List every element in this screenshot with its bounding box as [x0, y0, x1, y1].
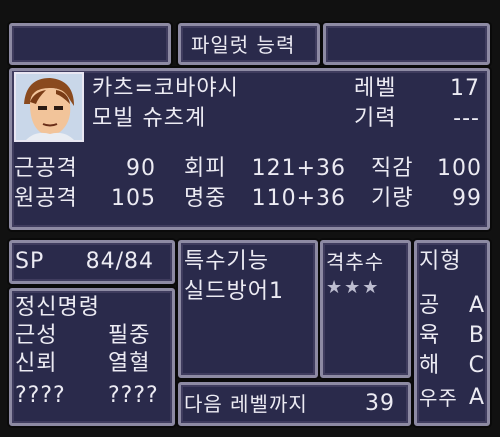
- spirit-command[interactable]: 근성: [15, 323, 57, 349]
- terrain-rank-land: B: [468, 323, 485, 348]
- terrain-rank-air: A: [468, 293, 485, 318]
- stat-value-melee: 90: [126, 156, 156, 181]
- stat-label-evasion: 회피: [184, 156, 227, 181]
- skill-item: 실드방어1: [184, 279, 284, 304]
- spirit-command[interactable]: ????: [15, 383, 66, 409]
- title-panel: 파일럿 능력: [178, 23, 320, 65]
- spirit-command[interactable]: 신뢰: [15, 351, 57, 377]
- skills-title: 특수기능: [184, 249, 269, 274]
- sp-label: SP: [15, 249, 45, 274]
- stat-value-intuition: 100: [437, 156, 482, 181]
- terrain-label-land: 육: [419, 323, 441, 348]
- stat-value-skill: 99: [452, 186, 482, 211]
- level-label: 레벨: [354, 76, 397, 101]
- sp-panel: SP 84/84: [9, 240, 175, 284]
- next-level-value: 39: [365, 391, 395, 416]
- pilot-name: 카츠=코바야시: [92, 76, 239, 101]
- spirit-command[interactable]: ????: [108, 383, 159, 409]
- terrain-panel: 지형 공 A 육 B 해 C 우주 A: [414, 240, 490, 426]
- stat-label-ranged: 원공격: [14, 186, 78, 211]
- sp-value: 84/84: [85, 249, 154, 274]
- stat-value-accuracy: 110+36: [251, 186, 346, 211]
- spirit-commands-panel: 정신명령 근성 필중 신뢰 열혈 ???? ????: [9, 288, 175, 426]
- shootdown-panel: 격추수 ★★★: [320, 240, 411, 378]
- terrain-rank-space: A: [468, 385, 485, 410]
- stat-label-skill: 기량: [371, 186, 414, 211]
- special-skills-panel: 특수기능 실드방어1: [178, 240, 318, 378]
- pilot-face-icon: [16, 74, 82, 140]
- stat-value-evasion: 121+36: [251, 156, 346, 181]
- next-level-label: 다음 레벨까지: [184, 392, 308, 416]
- pilot-unit-type: 모빌 슈츠계: [92, 106, 207, 131]
- shootdown-title: 격추수: [326, 250, 385, 274]
- spirit-title: 정신명령: [15, 295, 100, 320]
- pilot-portrait: [14, 72, 84, 142]
- terrain-title: 지형: [419, 249, 462, 274]
- stat-value-ranged: 105: [111, 186, 156, 211]
- stat-label-intuition: 직감: [371, 156, 414, 181]
- morale-label: 기력: [354, 106, 397, 131]
- terrain-rank-sea: C: [468, 353, 485, 378]
- stat-label-melee: 근공격: [14, 156, 78, 181]
- terrain-label-space: 우주: [419, 386, 458, 410]
- level-value: 17: [450, 76, 480, 101]
- shootdown-stars: ★★★: [326, 277, 381, 298]
- stat-label-accuracy: 명중: [184, 186, 227, 211]
- blank-panel-right: [323, 23, 490, 65]
- morale-value: ---: [453, 106, 480, 131]
- blank-panel-left: [9, 23, 171, 65]
- terrain-label-air: 공: [419, 293, 441, 318]
- terrain-label-sea: 해: [419, 353, 441, 378]
- spirit-command[interactable]: 열혈: [108, 351, 150, 377]
- next-level-panel: 다음 레벨까지 39: [178, 382, 411, 426]
- page-title: 파일럿 능력: [191, 33, 296, 57]
- spirit-command[interactable]: 필중: [108, 323, 150, 349]
